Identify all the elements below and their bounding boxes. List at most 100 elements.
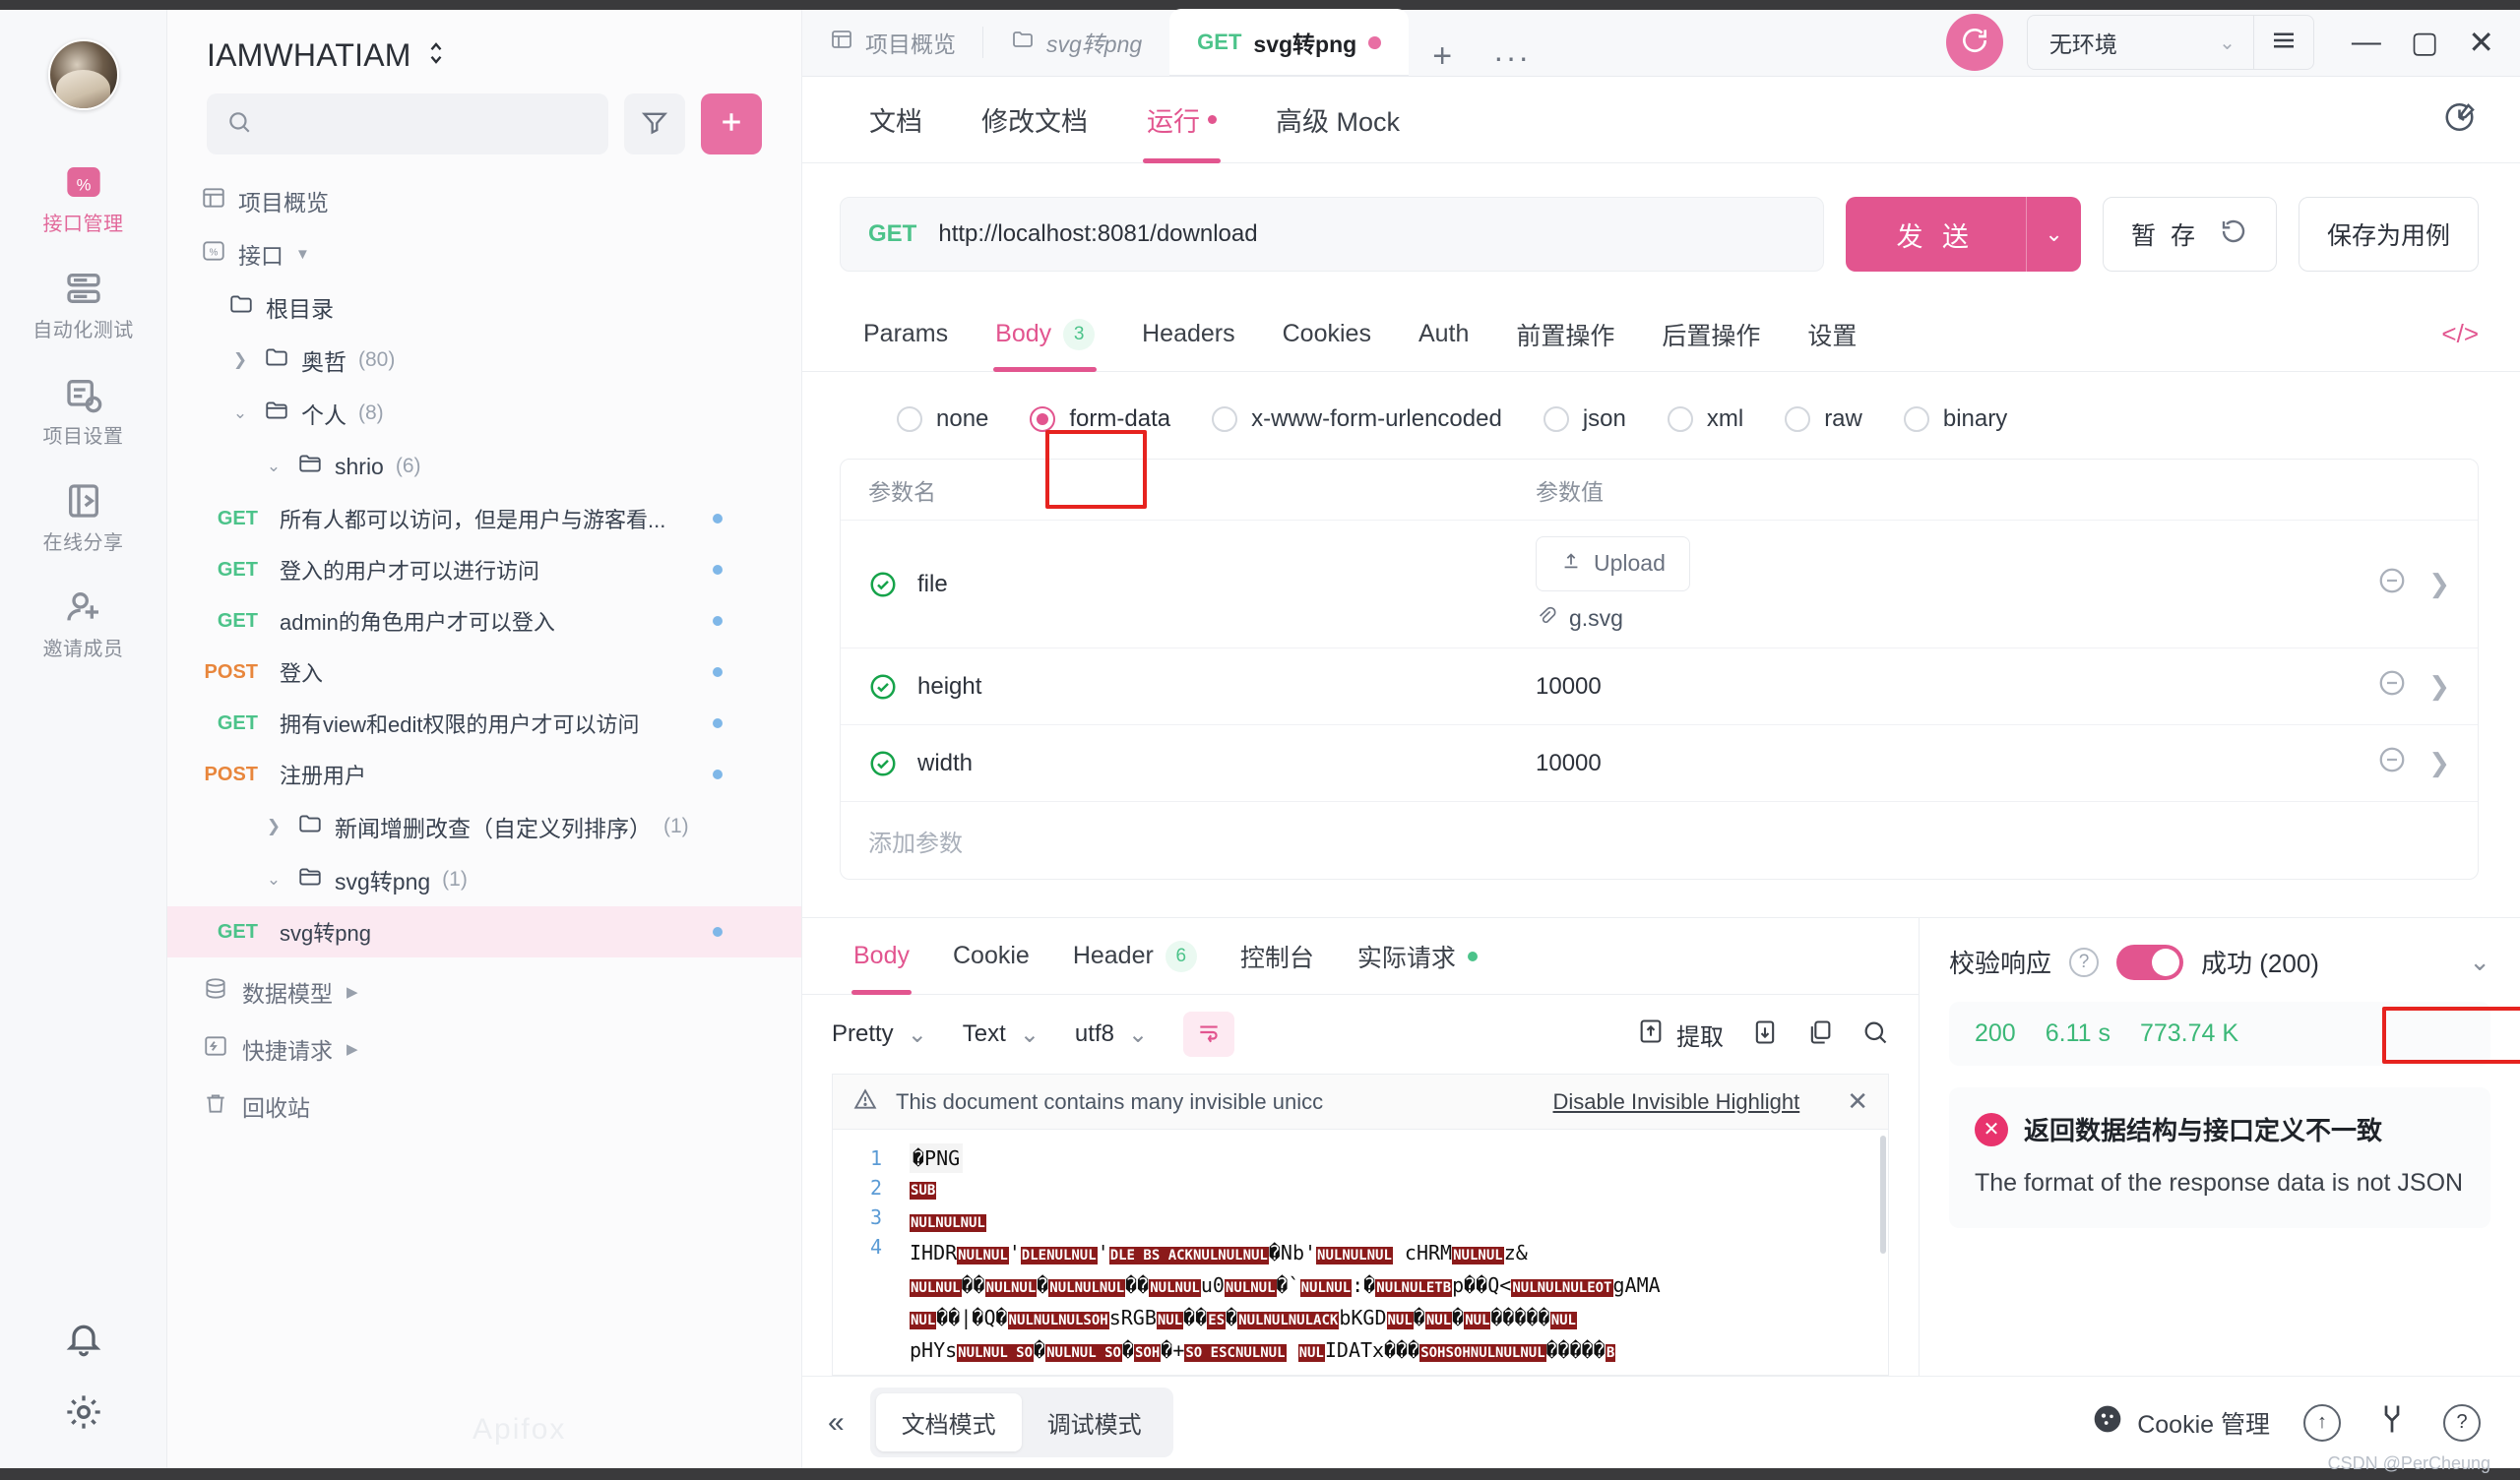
rail-item-api-management[interactable]: % 接口管理: [10, 150, 158, 248]
close-icon[interactable]: ✕: [1847, 1086, 1868, 1117]
table-row[interactable]: height 10000 ❯: [841, 648, 2478, 725]
rail-item-online-share[interactable]: 在线分享: [10, 468, 158, 567]
remove-row-icon[interactable]: [2377, 745, 2407, 781]
ptab-body[interactable]: Body 3: [972, 297, 1118, 372]
tree-api-item[interactable]: GET 所有人都可以访问，但是用户与游客看...: [167, 493, 801, 544]
rail-item-automation-test[interactable]: 自动化测试: [10, 256, 158, 354]
table-row[interactable]: file Upload g.svg ❯: [841, 521, 2478, 648]
radio-xml[interactable]: xml: [1667, 405, 1743, 433]
ptab-post-operation[interactable]: 后置操作: [1638, 297, 1784, 372]
chevron-down-icon[interactable]: ⌄: [228, 403, 252, 423]
expand-row-icon[interactable]: ❯: [2428, 748, 2450, 778]
response-tab-console[interactable]: 控制台: [1219, 918, 1336, 995]
response-tab-cookie[interactable]: Cookie: [931, 918, 1051, 995]
sidebar-item-recycle-bin[interactable]: 回收站: [167, 1078, 801, 1135]
sidebar-item-project-overview[interactable]: 项目概览: [167, 174, 801, 227]
ptab-cookies[interactable]: Cookies: [1259, 297, 1395, 372]
mode-debug[interactable]: 调试模式: [1022, 1393, 1167, 1451]
remove-row-icon[interactable]: [2377, 668, 2407, 705]
tools-icon[interactable]: [2374, 1401, 2410, 1444]
ptab-auth[interactable]: Auth: [1395, 297, 1492, 372]
radio-raw[interactable]: raw: [1785, 405, 1862, 433]
tab-project-overview[interactable]: 项目概览: [802, 9, 983, 76]
attached-file[interactable]: g.svg: [1536, 605, 2377, 633]
minimize-button[interactable]: —: [2352, 26, 2381, 59]
charset-select[interactable]: utf8 ⌄: [1075, 1020, 1148, 1049]
add-button[interactable]: [701, 93, 762, 154]
param-name-cell[interactable]: width: [841, 749, 1530, 778]
sidebar-item-quick-request[interactable]: 快捷请求 ▶: [167, 1020, 801, 1078]
upload-button[interactable]: Upload: [1536, 535, 1690, 591]
param-value-cell[interactable]: Upload g.svg: [1530, 535, 2377, 633]
reset-icon[interactable]: [2219, 216, 2248, 253]
chevron-updown-icon[interactable]: [425, 38, 447, 73]
tree-api-item[interactable]: POST 登入: [167, 647, 801, 698]
table-row[interactable]: width 10000 ❯: [841, 725, 2478, 802]
viewer-scrollbar[interactable]: [1878, 1130, 1888, 1375]
tree-api-item[interactable]: GET admin的角色用户才可以登入: [167, 595, 801, 647]
validation-toggle[interactable]: [2116, 944, 2184, 980]
save-draft-button[interactable]: 暂 存: [2103, 197, 2277, 272]
subtab-advanced-mock[interactable]: 高级 Mock: [1246, 77, 1429, 163]
upload-circle-icon[interactable]: ↑: [2303, 1403, 2341, 1442]
chevron-down-icon[interactable]: ⌄: [262, 870, 285, 890]
remove-row-icon[interactable]: [2377, 566, 2407, 602]
help-circle-icon[interactable]: ?: [2443, 1403, 2481, 1442]
notification-bell-icon[interactable]: [64, 1319, 103, 1363]
tree-folder[interactable]: ⌄ 个人 (8): [167, 387, 801, 440]
save-as-example-button[interactable]: 保存为用例: [2298, 197, 2479, 272]
sidebar-item-interface[interactable]: % 接口 ▼: [167, 227, 801, 280]
help-icon[interactable]: ?: [2069, 947, 2100, 977]
checked-icon[interactable]: [868, 672, 898, 702]
chevron-down-icon[interactable]: ⌄: [262, 457, 285, 476]
tree-api-item-selected[interactable]: GET svg转png: [167, 906, 801, 957]
checked-icon[interactable]: [868, 570, 898, 599]
radio-x-www-form-urlencoded[interactable]: x-www-form-urlencoded: [1212, 405, 1502, 433]
subtab-run[interactable]: 运行: [1117, 77, 1246, 163]
response-tab-header[interactable]: Header 6: [1051, 918, 1219, 995]
param-value-cell[interactable]: 10000: [1530, 673, 2377, 701]
disable-invisible-highlight-link[interactable]: Disable Invisible Highlight: [1553, 1089, 1800, 1115]
code-snippet-icon[interactable]: </>: [2441, 319, 2520, 349]
ptab-headers[interactable]: Headers: [1118, 297, 1259, 372]
rail-item-project-settings[interactable]: 项目设置: [10, 362, 158, 461]
radio-none[interactable]: none: [897, 405, 988, 433]
add-param-row[interactable]: 添加参数: [841, 802, 2478, 879]
chevron-down-icon[interactable]: ⌄: [2469, 947, 2490, 977]
subtab-edit-doc[interactable]: 修改文档: [952, 77, 1117, 163]
search-icon[interactable]: [1861, 1018, 1889, 1051]
sync-button[interactable]: [1945, 14, 2003, 71]
chevron-right-icon[interactable]: ❯: [262, 817, 285, 836]
url-input[interactable]: [938, 220, 1796, 248]
radio-json[interactable]: json: [1543, 405, 1626, 433]
chevron-down-icon[interactable]: ▼: [295, 246, 310, 263]
tree-api-item[interactable]: GET 拥有view和edit权限的用户才可以访问: [167, 698, 801, 749]
radio-binary[interactable]: binary: [1903, 405, 2007, 433]
response-tab-body[interactable]: Body: [832, 918, 931, 995]
expand-row-icon[interactable]: ❯: [2428, 671, 2450, 702]
subtab-doc[interactable]: 文档: [840, 77, 952, 163]
tab-svg-to-png-api[interactable]: GET svg转png: [1169, 9, 1410, 76]
format-select[interactable]: Text ⌄: [963, 1020, 1040, 1049]
search-input[interactable]: [266, 112, 589, 136]
user-avatar[interactable]: [47, 39, 119, 110]
url-box[interactable]: GET: [840, 197, 1824, 272]
tree-folder[interactable]: 根目录: [167, 280, 801, 334]
rail-item-invite-member[interactable]: 邀请成员: [10, 575, 158, 673]
tab-svg-to-png-folder[interactable]: svg转png: [983, 9, 1169, 76]
sidebar-item-data-model[interactable]: 数据模型 ▶: [167, 963, 801, 1020]
chevron-right-icon[interactable]: ▶: [346, 1040, 358, 1058]
param-value-cell[interactable]: 10000: [1530, 750, 2377, 777]
radio-form-data[interactable]: form-data: [1030, 405, 1170, 433]
tree-folder[interactable]: ❯ 奥哲 (80): [167, 334, 801, 387]
tree-folder[interactable]: ⌄ svg转png (1): [167, 853, 801, 906]
extract-button[interactable]: 提取: [1637, 1018, 1724, 1052]
tab-more-button[interactable]: ···: [1476, 39, 1548, 76]
project-header[interactable]: IAMWHATIAM: [167, 10, 801, 93]
mode-doc[interactable]: 文档模式: [875, 1393, 1022, 1451]
environment-menu-button[interactable]: [2252, 15, 2314, 70]
param-name-cell[interactable]: height: [841, 672, 1530, 702]
tree-folder[interactable]: ❯ 新闻增删改查（自定义列排序） (1): [167, 800, 801, 853]
collapse-sidebar-button[interactable]: «: [828, 1406, 845, 1440]
tree-api-item[interactable]: POST 注册用户: [167, 749, 801, 800]
